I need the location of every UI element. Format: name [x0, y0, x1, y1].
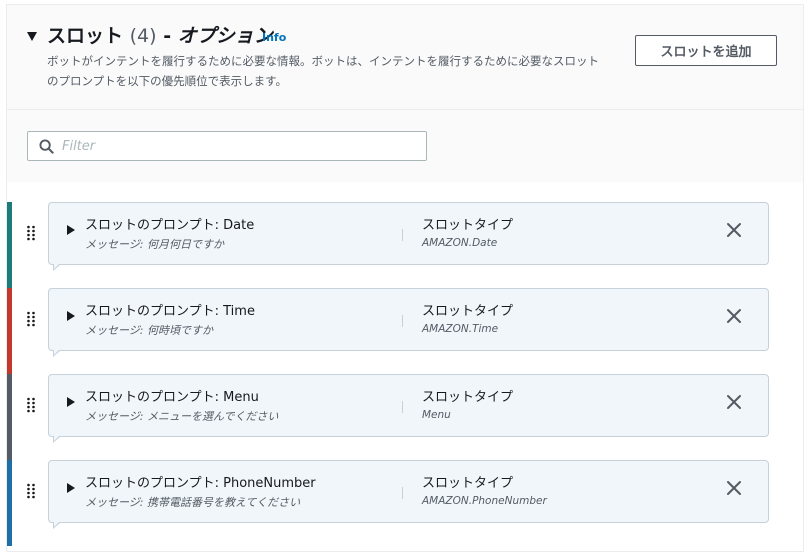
- slot-divider: [402, 229, 403, 241]
- card-tail-inner: [54, 349, 60, 355]
- title-separator: -: [163, 25, 172, 47]
- slot-type-label: スロットタイプ: [422, 476, 514, 491]
- slot-row-1: スロットのプロンプト: Date メッセージ: 何月何日ですか スロットタイプ …: [7, 202, 803, 288]
- slot-prompt: スロットのプロンプト: Menu: [85, 390, 259, 405]
- slot-type-label: スロットタイプ: [422, 390, 514, 405]
- slot-message: メッセージ: 何月何日ですか: [85, 238, 224, 251]
- slot-color-bar: [7, 460, 12, 546]
- slot-divider: [402, 315, 403, 327]
- section-description: ボットがインテントを履行するために必要な情報。ボットは、インテントを履行するため…: [47, 54, 599, 88]
- slot-row-3: スロットのプロンプト: Menu メッセージ: メニューを選んでください スロッ…: [7, 374, 803, 460]
- slot-count: (4): [129, 25, 157, 47]
- drag-handle-icon[interactable]: [26, 225, 36, 241]
- remove-slot-icon[interactable]: [725, 393, 743, 411]
- add-slot-button[interactable]: スロットを追加: [635, 35, 777, 66]
- expand-caret-icon[interactable]: [67, 225, 75, 235]
- card-tail-inner: [54, 435, 60, 441]
- slot-color-bar: [7, 288, 12, 374]
- slots-header: スロット (4) - オプション Info ボットがインテントを履行するために必…: [7, 5, 803, 110]
- slot-card: スロットのプロンプト: Date メッセージ: 何月何日ですか スロットタイプ …: [48, 202, 769, 271]
- section-title: スロット (4) - オプション: [47, 24, 273, 48]
- remove-slot-icon[interactable]: [725, 221, 743, 239]
- slot-color-bar: [7, 374, 12, 460]
- filter-input[interactable]: [62, 136, 412, 156]
- filter-box: [27, 131, 427, 161]
- filter-area: [7, 110, 803, 182]
- slot-prompt: スロットのプロンプト: Date: [85, 218, 255, 233]
- slot-row-4: スロットのプロンプト: PhoneNumber メッセージ: 携帯電話番号を教え…: [7, 460, 803, 546]
- remove-slot-icon[interactable]: [725, 307, 743, 325]
- slot-type-value: Menu: [422, 409, 451, 421]
- slot-type-value: AMAZON.PhoneNumber: [422, 495, 547, 507]
- optional-label: オプション: [177, 25, 273, 47]
- slot-type-label: スロットタイプ: [422, 218, 514, 233]
- slots-panel: スロット (4) - オプション Info ボットがインテントを履行するために必…: [6, 4, 804, 552]
- slot-card: スロットのプロンプト: Time メッセージ: 何時頃ですか スロットタイプ A…: [48, 288, 769, 357]
- slot-prompt: スロットのプロンプト: Time: [85, 304, 255, 319]
- expand-caret-icon[interactable]: [67, 483, 75, 493]
- slot-type-value: AMAZON.Time: [422, 323, 499, 335]
- drag-handle-icon[interactable]: [26, 397, 36, 413]
- slot-card: スロットのプロンプト: PhoneNumber メッセージ: 携帯電話番号を教え…: [48, 460, 769, 529]
- slot-type-value: AMAZON.Date: [422, 237, 498, 249]
- slot-row-2: スロットのプロンプト: Time メッセージ: 何時頃ですか スロットタイプ A…: [7, 288, 803, 374]
- slot-type-label: スロットタイプ: [422, 304, 514, 319]
- slot-message: メッセージ: 携帯電話番号を教えてください: [85, 496, 301, 509]
- collapse-caret-icon[interactable]: [27, 32, 37, 41]
- drag-handle-icon[interactable]: [26, 311, 36, 327]
- slot-message: メッセージ: 何時頃ですか: [85, 324, 213, 337]
- slot-divider: [402, 401, 403, 413]
- card-tail-inner: [54, 521, 60, 527]
- drag-handle-icon[interactable]: [26, 483, 36, 499]
- slot-prompt: スロットのプロンプト: PhoneNumber: [85, 476, 316, 491]
- title-text: スロット: [47, 25, 124, 47]
- remove-slot-icon[interactable]: [725, 479, 743, 497]
- search-icon: [39, 139, 54, 154]
- slot-color-bar: [7, 202, 12, 288]
- info-link[interactable]: Info: [262, 31, 286, 44]
- slot-card: スロットのプロンプト: Menu メッセージ: メニューを選んでください スロッ…: [48, 374, 769, 443]
- slot-divider: [402, 487, 403, 499]
- slot-message: メッセージ: メニューを選んでください: [85, 410, 279, 423]
- expand-caret-icon[interactable]: [67, 311, 75, 321]
- card-tail-inner: [54, 263, 60, 269]
- expand-caret-icon[interactable]: [67, 397, 75, 407]
